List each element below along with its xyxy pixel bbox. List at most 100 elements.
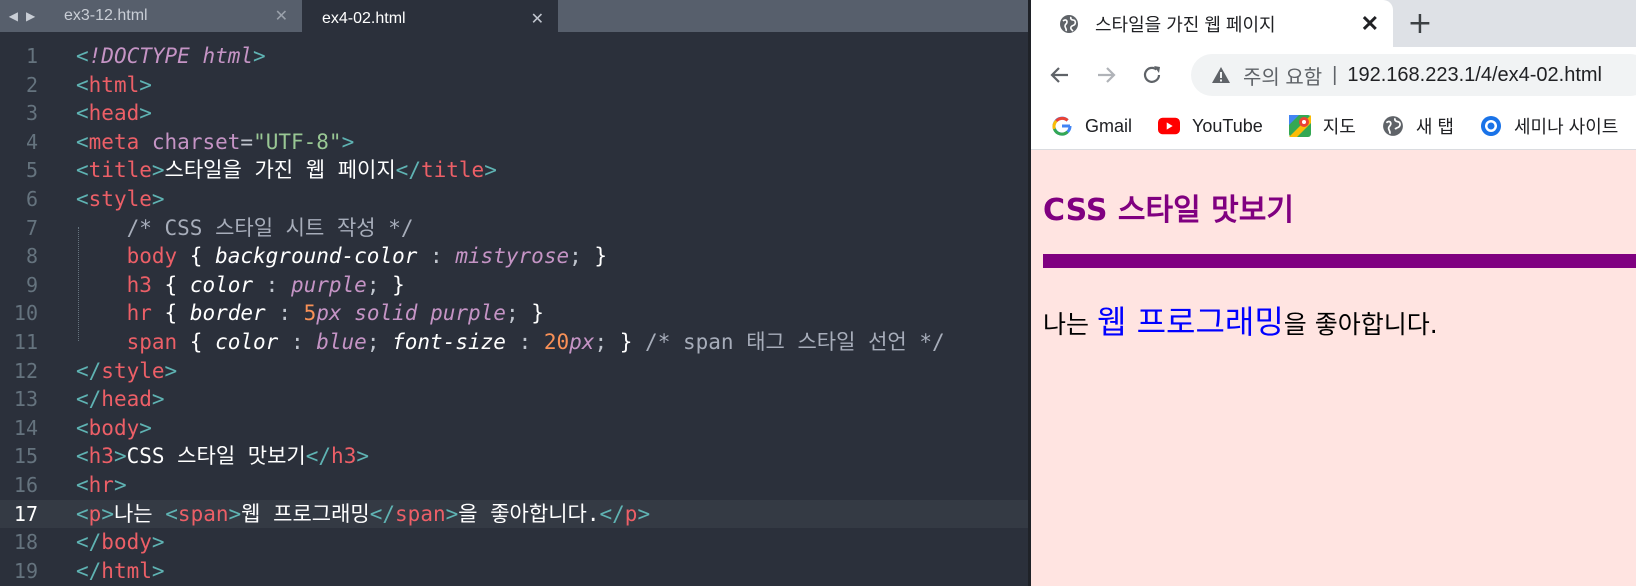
code-text[interactable]: h3 { color : purple; }: [76, 271, 405, 300]
bookmark-maps[interactable]: 지도: [1288, 113, 1356, 139]
close-tab-icon[interactable]: ✕: [531, 9, 544, 29]
code-line[interactable]: 4 <meta charset="UTF-8">: [0, 128, 1028, 157]
bookmark-new-tab[interactable]: 새 탭: [1382, 113, 1454, 139]
code-text[interactable]: </head>: [76, 385, 165, 414]
code-line[interactable]: 19 </html>: [0, 557, 1028, 586]
code-text[interactable]: </style>: [76, 357, 177, 386]
code-token: "UTF-8": [253, 129, 342, 154]
browser-tab-strip: 스타일을 가진 웹 페이지 ✕ +: [1031, 0, 1636, 47]
tab-scroll-arrows[interactable]: ◀ ▶: [0, 0, 44, 32]
code-token: >: [113, 444, 127, 469]
code-text[interactable]: </html>: [76, 557, 165, 586]
code-text[interactable]: /* CSS 스타일 시트 작성 */: [76, 214, 414, 243]
code-text[interactable]: <body>: [76, 414, 152, 443]
line-number: 4: [25, 129, 38, 154]
code-text[interactable]: <head>: [76, 99, 152, 128]
editor-tab-ex4-02[interactable]: ex4-02.html ✕: [302, 0, 558, 37]
maps-icon: [1288, 115, 1311, 137]
code-text[interactable]: body { background-color : mistyrose; }: [76, 242, 608, 271]
code-token: color: [215, 329, 279, 354]
code-text[interactable]: span { color : blue; font-size : 20px; }…: [76, 328, 945, 357]
forward-button[interactable]: [1090, 59, 1122, 91]
code-line[interactable]: 10 hr { border : 5px solid purple; }: [0, 299, 1028, 328]
code-line[interactable]: 14 <body>: [0, 414, 1028, 443]
code-token: ;: [569, 244, 582, 269]
code-token: </: [305, 444, 332, 469]
code-line[interactable]: 16 <hr>: [0, 471, 1028, 500]
code-text[interactable]: hr { border : 5px solid purple; }: [76, 299, 544, 328]
code-line[interactable]: 3 <head>: [0, 99, 1028, 128]
line-number: 12: [13, 358, 38, 383]
code-line[interactable]: 7 /* CSS 스타일 시트 작성 */: [0, 214, 1028, 243]
code-token: meta: [88, 129, 140, 154]
bookmark-label: Gmail: [1085, 115, 1133, 136]
line-number: 19: [13, 558, 38, 583]
browser-toolbar: 주의 요함 | 192.168.223.1/4/ex4-02.html: [1031, 47, 1636, 103]
bookmark-label: 세미나 사이트: [1514, 117, 1619, 137]
code-text[interactable]: <meta charset="UTF-8">: [76, 128, 354, 157]
bookmark-seminar[interactable]: 세미나 사이트: [1480, 113, 1618, 139]
code-text[interactable]: <hr>: [76, 471, 127, 500]
code-line[interactable]: 9 h3 { color : purple; }: [0, 271, 1028, 300]
code-token: title: [88, 158, 152, 183]
browser-tab[interactable]: 스타일을 가진 웹 페이지 ✕: [1031, 0, 1393, 47]
code-token: <: [76, 501, 89, 526]
code-token: {: [177, 329, 216, 354]
code-line[interactable]: 13 </head>: [0, 385, 1028, 414]
bookmark-youtube[interactable]: YouTube: [1158, 115, 1263, 137]
code-token: >: [445, 501, 459, 526]
code-token: >: [151, 387, 165, 412]
code-token: ;: [505, 301, 519, 326]
code-text[interactable]: <html>: [76, 71, 152, 100]
close-tab-icon[interactable]: ✕: [275, 6, 288, 26]
reload-button[interactable]: [1136, 59, 1168, 91]
code-line[interactable]: 5 <title>스타일을 가진 웹 페이지</title>: [0, 156, 1028, 185]
new-tab-button[interactable]: +: [1403, 6, 1437, 41]
highlighted-span: 웹 프로그래밍: [1096, 303, 1284, 341]
code-line[interactable]: 2 <html>: [0, 71, 1028, 100]
code-text[interactable]: <p>나는 <span>웹 프로그래밍</span>을 좋아합니다.</p>: [76, 500, 650, 529]
code-line[interactable]: 1 <!DOCTYPE html>: [0, 42, 1028, 71]
code-line[interactable]: 8 body { background-color : mistyrose; }: [0, 242, 1028, 271]
tab-scroll-right-icon[interactable]: ▶: [26, 9, 35, 23]
code-token: </: [395, 158, 421, 183]
url-text[interactable]: 192.168.223.1/4/ex4-02.html: [1347, 64, 1602, 87]
code-token: /* CSS 스타일 시트 작성 */: [126, 215, 414, 240]
code-line[interactable]: 12 </style>: [0, 357, 1028, 386]
bookmark-gmail[interactable]: Gmail: [1051, 115, 1132, 137]
code-token: <: [76, 44, 89, 68]
code-token: }: [379, 272, 405, 297]
horizontal-rule: [1043, 254, 1636, 268]
line-number: 13: [13, 387, 38, 412]
code-token: {: [177, 244, 216, 269]
code-text[interactable]: <!DOCTYPE html>: [76, 42, 266, 71]
code-token: head: [101, 387, 152, 412]
code-token: >: [164, 358, 178, 383]
back-button[interactable]: [1044, 59, 1076, 91]
code-area[interactable]: 1 <!DOCTYPE html> 2 <html> 3 <head> 4 <meta cha…: [0, 42, 1028, 585]
code-token: >: [151, 530, 165, 555]
code-token: </: [76, 558, 102, 583]
tab-scroll-left-icon[interactable]: ◀: [9, 9, 18, 23]
code-token: <: [76, 472, 89, 497]
code-line[interactable]: 6 <style>: [0, 185, 1028, 214]
code-text[interactable]: <style>: [76, 185, 165, 214]
code-line[interactable]: 18 </body>: [0, 528, 1028, 557]
code-line[interactable]: 15 <h3>CSS 스타일 맛보기</h3>: [0, 442, 1028, 471]
code-token: span: [395, 501, 446, 526]
code-text[interactable]: <title>스타일을 가진 웹 페이지</title>: [76, 156, 497, 185]
code-line[interactable]: 17 <p>나는 <span>웹 프로그래밍</span>을 좋아합니다.</p>: [0, 499, 1028, 529]
code-text[interactable]: <h3>CSS 스타일 맛보기</h3>: [76, 442, 369, 471]
code-token: solid purple: [354, 301, 506, 326]
code-token: hr: [126, 301, 152, 326]
editor-tab-ex3-12[interactable]: ex3-12.html ✕: [44, 0, 302, 32]
security-status[interactable]: 주의 요함: [1243, 61, 1322, 90]
close-tab-icon[interactable]: ✕: [1361, 11, 1379, 37]
warning-icon[interactable]: [1211, 65, 1231, 85]
code-token: <: [76, 415, 89, 440]
code-line[interactable]: 11 span { color : blue; font-size : 20px…: [0, 328, 1028, 357]
code-text[interactable]: </body>: [76, 528, 165, 557]
address-bar[interactable]: 주의 요함 | 192.168.223.1/4/ex4-02.html: [1191, 54, 1636, 96]
code-editor[interactable]: ◀ ▶ ex3-12.html ✕ ex4-02.html ✕ 1 <!DOCTY…: [0, 0, 1028, 586]
